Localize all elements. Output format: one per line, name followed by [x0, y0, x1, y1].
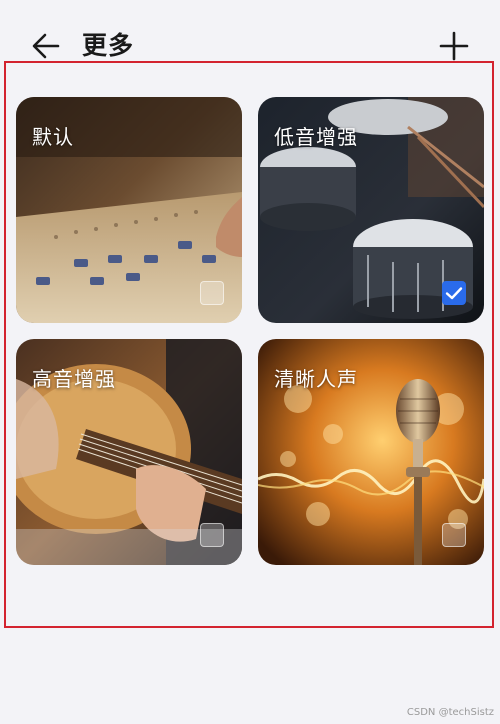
page-title: 更多: [82, 31, 135, 60]
plus-icon: [439, 31, 469, 61]
checkmark-icon: [445, 287, 463, 300]
select-checkbox-checked[interactable]: [442, 281, 466, 305]
effect-card-treble-boost[interactable]: 高音增强: [16, 339, 242, 565]
effect-label: 低音增强: [274, 125, 358, 149]
select-checkbox[interactable]: [200, 523, 224, 547]
effect-label: 默认: [32, 125, 74, 149]
effect-card-clear-vocals[interactable]: 清晰人声: [258, 339, 484, 565]
effect-label: 高音增强: [32, 367, 116, 391]
add-button[interactable]: [436, 28, 472, 64]
effect-card-default[interactable]: 默认: [16, 97, 242, 323]
arrow-left-icon: [32, 33, 60, 59]
effect-label: 清晰人声: [274, 367, 358, 391]
effect-card-bass-boost[interactable]: 低音增强: [258, 97, 484, 323]
select-checkbox[interactable]: [200, 281, 224, 305]
select-checkbox[interactable]: [442, 523, 466, 547]
back-button[interactable]: [28, 28, 64, 64]
watermark: CSDN @techSistz: [406, 707, 494, 718]
